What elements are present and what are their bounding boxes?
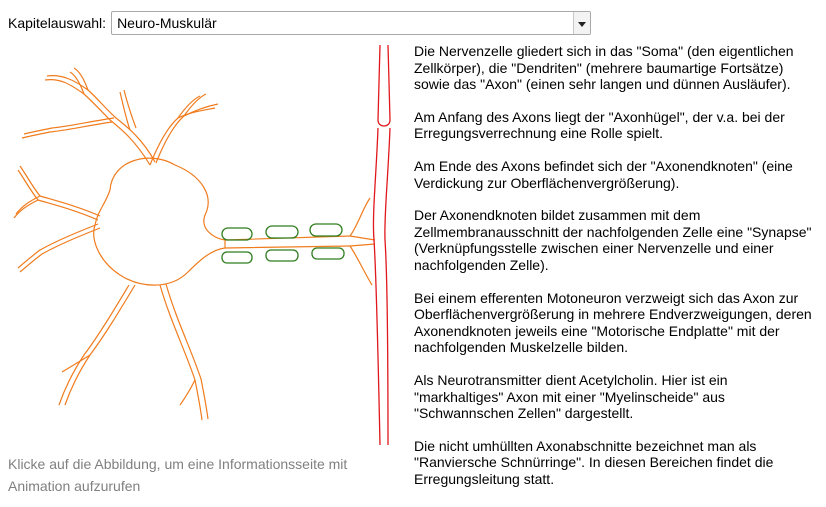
- dendrite-upper: [21, 71, 216, 166]
- info-paragraph: Am Anfang des Axons liegt der "Axonhügel…: [414, 108, 785, 142]
- chapter-selector-row: Kapitelauswahl: Neuro-Muskulär: [8, 10, 592, 36]
- myelin-sheath: [265, 249, 299, 262]
- info-text: Die Nervenzelle gliedert sich in das "So…: [414, 43, 819, 503]
- info-paragraph: Bei einem efferenten Motoneuron verzweig…: [414, 289, 812, 356]
- myelin-sheath: [221, 251, 253, 264]
- hint-text: Klicke auf die Abbildung, um eine Inform…: [8, 456, 348, 494]
- myelin-sheath: [309, 223, 343, 237]
- myelin-sheath: [311, 247, 345, 260]
- info-paragraph: Als Neurotransmitter dient Acetylcholin.…: [414, 371, 728, 422]
- chapter-select[interactable]: Neuro-Muskulär: [111, 11, 592, 35]
- myelin-sheath: [265, 225, 299, 239]
- info-paragraph: Am Ende des Axons befindet sich der "Axo…: [414, 157, 793, 191]
- info-paragraph: Der Axonendknoten bildet zusammen mit de…: [414, 207, 812, 273]
- soma: [93, 157, 226, 286]
- myelin-sheath: [221, 227, 253, 241]
- info-paragraph: Die nicht umhüllten Axonabschnitte bezei…: [414, 437, 774, 487]
- chapter-label: Kapitelauswahl:: [8, 15, 107, 31]
- axon-terminal: [349, 197, 376, 286]
- muscle-membrane: [377, 44, 391, 127]
- chevron-down-icon[interactable]: [573, 12, 591, 34]
- dendrite-lower: [61, 284, 203, 421]
- chapter-select-value: Neuro-Muskulär: [117, 15, 217, 31]
- dendrite-left: [13, 169, 99, 269]
- info-paragraph: Die Nervenzelle gliedert sich in das "So…: [414, 43, 794, 93]
- neuron-illustration[interactable]: [0, 40, 400, 450]
